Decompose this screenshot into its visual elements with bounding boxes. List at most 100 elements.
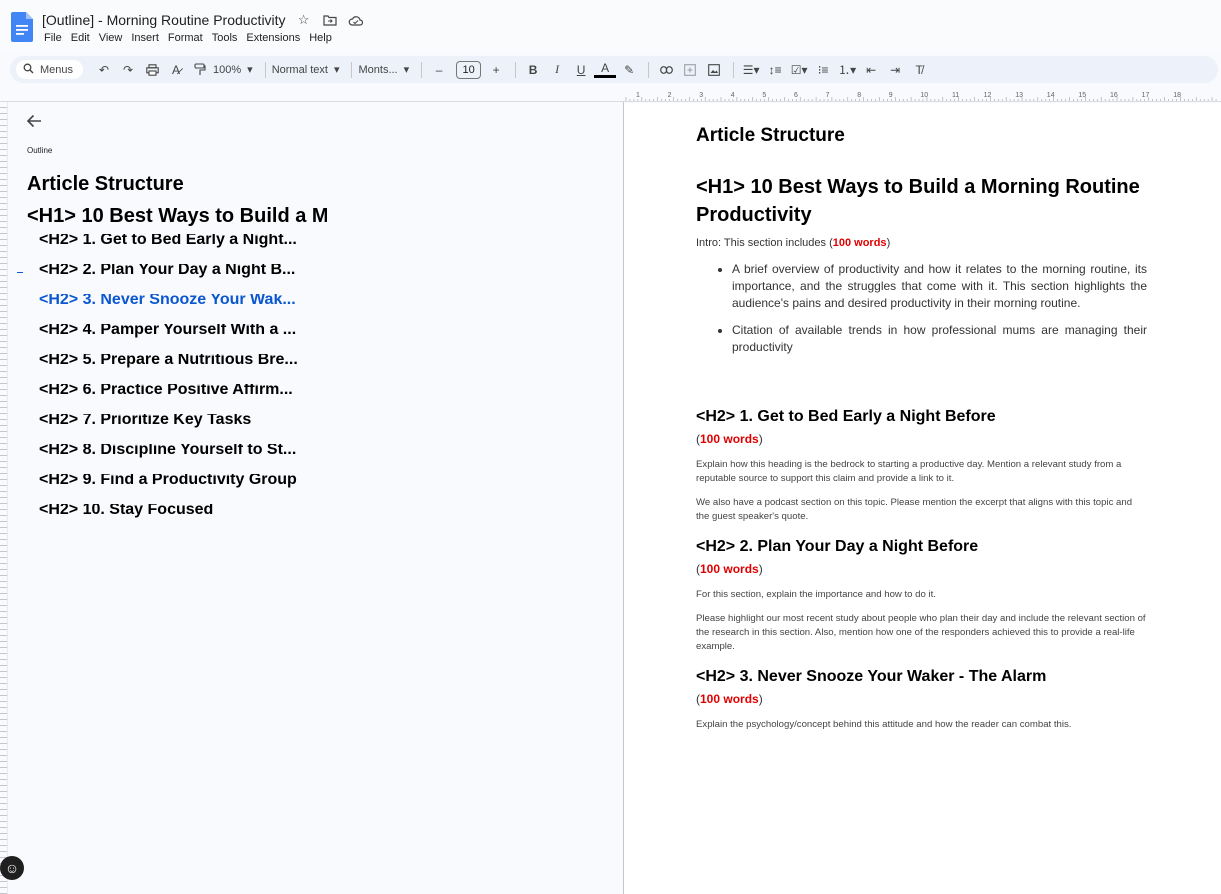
menu-view[interactable]: View (99, 32, 128, 44)
menu-insert[interactable]: Insert (131, 32, 164, 44)
intro-suffix: ) (886, 237, 891, 249)
numbered-list-icon[interactable]: ⒈▾ (836, 59, 858, 81)
italic-button[interactable]: I (546, 59, 568, 81)
insert-image-icon[interactable] (703, 59, 725, 81)
docs-logo-icon[interactable] (11, 12, 33, 42)
outline-item[interactable]: <H2> 6. Practice Positive Affirm... (27, 384, 327, 408)
font-size-input[interactable]: 10 (456, 60, 482, 79)
document-title[interactable]: [Outline] - Morning Routine Productivity (42, 12, 286, 28)
word-count[interactable]: (100 words) (696, 692, 1147, 706)
outline-item[interactable]: <H2> 2. Plan Your Day a Night B... (27, 264, 327, 288)
cloud-status-icon[interactable] (348, 12, 364, 28)
document-content[interactable]: Article Structure <H1> 10 Best Ways to B… (696, 125, 1147, 742)
list-item[interactable]: A brief overview of productivity and how… (732, 261, 1147, 312)
outline-label: Outline (27, 146, 53, 155)
clear-formatting-icon[interactable]: T̸ (908, 59, 930, 81)
document-page[interactable]: Article Structure <H1> 10 Best Ways to B… (624, 103, 1221, 894)
menu-edit[interactable]: Edit (71, 32, 95, 44)
ruler-number: 7 (826, 92, 830, 99)
highlight-icon[interactable]: ✎ (618, 59, 640, 81)
redo-icon[interactable]: ↷ (117, 59, 139, 81)
horizontal-ruler[interactable]: 1 2 3 4 5 6 7 8 9 10 11 12 13 14 15 16 17 18 (624, 90, 1221, 102)
ruler-number: 5 (762, 92, 766, 99)
undo-icon[interactable]: ↶ (93, 59, 115, 81)
article-structure-heading[interactable]: Article Structure (696, 125, 1147, 147)
word-count[interactable]: (100 words) (696, 562, 1147, 576)
outline-item[interactable]: <H2> 1. Get to Bed Early a Night... (27, 234, 327, 258)
increase-indent-icon[interactable]: ⇥ (884, 59, 906, 81)
menu-tools[interactable]: Tools (212, 32, 243, 44)
list-item[interactable]: Citation of available trends in how prof… (732, 322, 1147, 356)
chevron-down-icon: ▾ (247, 64, 253, 76)
checklist-icon[interactable]: ☑▾ (788, 59, 810, 81)
zoom-select[interactable]: 100% ▾ (213, 63, 253, 77)
underline-button[interactable]: U (570, 59, 592, 81)
star-icon[interactable]: ☆ (296, 12, 312, 28)
chevron-down-icon: ▾ (333, 64, 340, 76)
word-count-value: 100 words (700, 432, 759, 446)
bulleted-list-icon[interactable]: ⁝≡ (812, 59, 834, 81)
menu-file[interactable]: File (44, 32, 67, 44)
separator (648, 61, 650, 78)
paint-format-icon[interactable] (189, 59, 211, 81)
decrease-font-size-button[interactable]: – (428, 59, 450, 81)
paragraph[interactable]: Explain how this heading is the bedrock … (696, 458, 1147, 486)
line-spacing-icon[interactable]: ↕≡ (764, 59, 786, 81)
menu-extensions[interactable]: Extensions (246, 32, 305, 44)
outline-item[interactable]: <H2> 10. Stay Focused (27, 504, 327, 528)
font-value: Monts... (358, 63, 398, 76)
font-select[interactable]: Monts... ▾ (358, 63, 410, 77)
ruler-number: 9 (889, 92, 893, 99)
paren-close: ) (758, 692, 763, 706)
spellcheck-icon[interactable]: A̷ (165, 59, 187, 81)
intro-word-count: 100 words (832, 237, 887, 249)
h1-heading[interactable]: <H1> 10 Best Ways to Build a Morning Rou… (696, 173, 1147, 229)
print-icon[interactable] (141, 59, 163, 81)
outline-item[interactable]: <H2> 9. Find a Productivity Group (27, 474, 327, 498)
ruler-number: 3 (699, 92, 703, 99)
outline-item[interactable]: Article Structure (27, 170, 327, 194)
ruler-number: 4 (731, 92, 735, 99)
ruler-number: 13 (1015, 92, 1023, 99)
style-select[interactable]: Normal text ▾ (271, 63, 340, 77)
outline-item[interactable]: <H2> 8. Discipline Yourself to St... (27, 444, 327, 468)
intro-text[interactable]: Intro: This section includes (100 words) (696, 237, 1147, 249)
ruler-number: 18 (1173, 92, 1181, 99)
back-arrow-icon[interactable] (26, 114, 44, 132)
top-bar: [Outline] - Morning Routine Productivity… (0, 0, 1221, 52)
comment-icon[interactable] (679, 59, 701, 81)
move-folder-icon[interactable] (322, 12, 338, 28)
text-color-button[interactable]: A (594, 61, 617, 78)
outline-item[interactable]: <H2> 7. Prioritize Key Tasks (27, 414, 327, 438)
decrease-indent-icon[interactable]: ⇤ (860, 59, 882, 81)
h2-heading[interactable]: <H2> 3. Never Snooze Your Waker - The Al… (696, 668, 1147, 686)
menu-help[interactable]: Help (309, 32, 337, 44)
paragraph[interactable]: Please highlight our most recent study a… (696, 612, 1147, 654)
bold-button[interactable]: B (522, 59, 544, 81)
paragraph[interactable]: For this section, explain the importance… (696, 588, 1147, 602)
word-count[interactable]: (100 words) (696, 432, 1147, 446)
accessibility-icon[interactable]: ☺ (0, 856, 24, 880)
outline-item[interactable]: <H1> 10 Best Ways to Build a Mor... (27, 202, 327, 226)
menu-format[interactable]: Format (168, 32, 208, 44)
ruler-number: 11 (952, 92, 959, 99)
increase-font-size-button[interactable]: + (485, 59, 507, 81)
h2-heading[interactable]: <H2> 2. Plan Your Day a Night Before (696, 538, 1147, 556)
active-item-marker (17, 272, 23, 273)
align-icon[interactable]: ☰▾ (740, 59, 762, 81)
outline-item[interactable]: <H2> 3. Never Snooze Your Wak... (27, 294, 327, 318)
link-icon[interactable] (655, 59, 677, 81)
paragraph[interactable]: We also have a podcast section on this t… (696, 496, 1147, 524)
h2-heading[interactable]: <H2> 1. Get to Bed Early a Night Before (696, 408, 1147, 426)
vertical-ruler[interactable] (0, 102, 8, 894)
ruler-number: 8 (857, 92, 861, 99)
outline-item[interactable]: <H2> 4. Pamper Yourself With a ... (27, 324, 327, 348)
style-value: Normal text (271, 63, 328, 76)
outline-item[interactable]: <H2> 5. Prepare a Nutritious Bre... (27, 354, 327, 378)
chevron-down-icon: ▾ (403, 64, 410, 76)
search-menus[interactable]: Menus (16, 60, 84, 79)
ruler-number: 6 (794, 92, 798, 99)
ruler-number: 14 (1047, 92, 1055, 99)
paragraph[interactable]: Explain the psychology/concept behind th… (696, 718, 1147, 732)
ruler-number: 1 (636, 92, 640, 99)
